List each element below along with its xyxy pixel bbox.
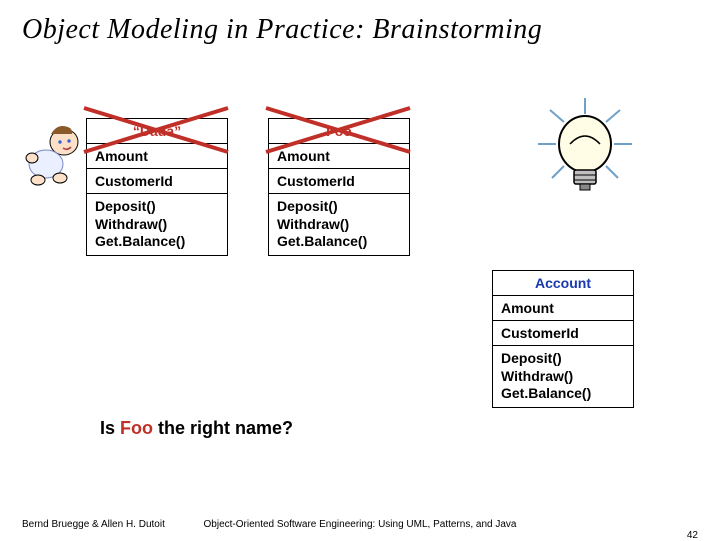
class-attr: Amount: [87, 143, 227, 168]
class-attr: Amount: [269, 143, 409, 168]
class-name: “Dada”: [87, 119, 227, 143]
class-op: Deposit(): [95, 198, 219, 216]
class-attr: CustomerId: [493, 320, 633, 345]
class-attr: CustomerId: [269, 168, 409, 193]
uml-class-foo: Foo Amount CustomerId Deposit() Withdraw…: [268, 118, 410, 256]
footer-left: Bernd Bruegge & Allen H. Dutoit: [22, 519, 165, 530]
class-op: Deposit(): [501, 350, 625, 368]
slide-title: Object Modeling in Practice: Brainstormi…: [0, 0, 720, 46]
uml-class-account: Account Amount CustomerId Deposit() With…: [492, 270, 634, 408]
class-op: Withdraw(): [95, 216, 219, 234]
class-methods: Deposit() Withdraw() Get.Balance(): [87, 193, 227, 255]
baby-icon: [18, 118, 88, 188]
class-op: Get.Balance(): [501, 385, 625, 403]
class-methods: Deposit() Withdraw() Get.Balance(): [493, 345, 633, 407]
class-methods: Deposit() Withdraw() Get.Balance(): [269, 193, 409, 255]
class-op: Withdraw(): [277, 216, 401, 234]
class-attr: CustomerId: [87, 168, 227, 193]
class-attr: Amount: [493, 295, 633, 320]
class-op: Get.Balance(): [277, 233, 401, 251]
slide-footer: Bernd Bruegge & Allen H. Dutoit Object-O…: [0, 519, 720, 530]
question-suffix: the right name?: [153, 418, 293, 438]
footer-page-number: 42: [687, 530, 698, 541]
question-prefix: Is: [100, 418, 120, 438]
class-name: Account: [493, 271, 633, 295]
class-op: Get.Balance(): [95, 233, 219, 251]
question-text: Is Foo the right name?: [100, 418, 293, 439]
uml-class-dada: “Dada” Amount CustomerId Deposit() Withd…: [86, 118, 228, 256]
question-foo: Foo: [120, 418, 153, 438]
class-op: Deposit(): [277, 198, 401, 216]
lightbulb-icon: [530, 92, 640, 212]
class-name: Foo: [269, 119, 409, 143]
class-op: Withdraw(): [501, 368, 625, 386]
